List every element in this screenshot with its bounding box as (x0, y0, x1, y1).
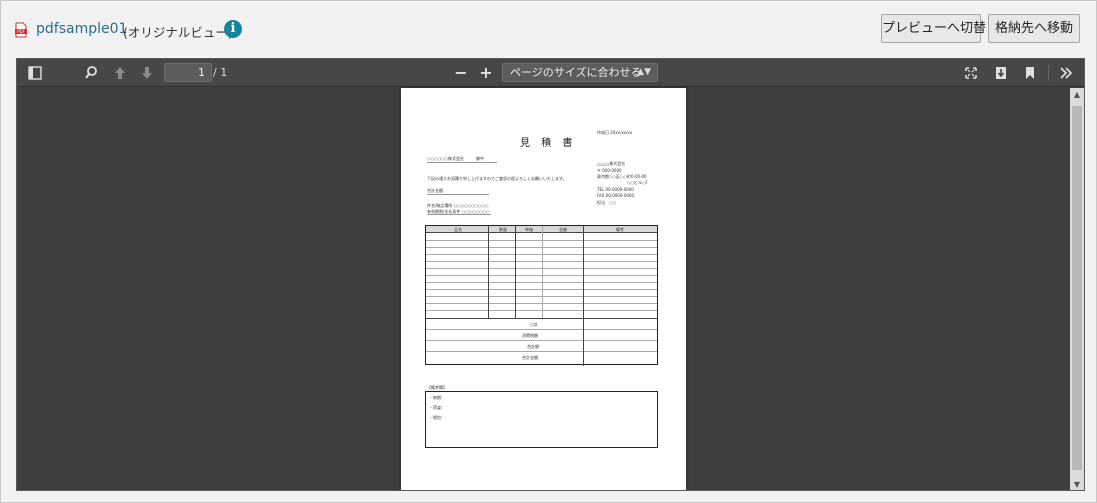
svg-text:PDF: PDF (17, 29, 25, 34)
summary-label: 合計金額 (522, 355, 538, 360)
pdf-toolbar: 1 / 1 − + ページのサイズに合わせる ▲▼ (17, 59, 1084, 87)
notes-item: ・荷姿： (429, 405, 445, 410)
scroll-up-arrow-icon[interactable]: ▲ (1070, 88, 1084, 102)
table-header-cell: 数量 (499, 227, 507, 232)
move-to-location-button[interactable]: 格納先へ移動 (988, 14, 1080, 43)
switch-to-preview-button[interactable]: プレビューへ切替 (881, 14, 986, 43)
table-header-cell: 備考 (616, 227, 624, 232)
view-mode-label: (オリジナルビュー) (123, 25, 233, 40)
deadline-underline (427, 214, 491, 215)
total-underline (427, 194, 489, 195)
table-row-line (426, 318, 657, 319)
table-col-line (488, 226, 489, 318)
items-table: 品名 数量 単価 金額 備考 小計 消費税額 合計額 合計金額 (425, 225, 658, 366)
file-name-link[interactable]: pdfsample01 (36, 21, 127, 37)
table-col-line (542, 226, 543, 318)
pdf-page: 作成日 20xx/xx/xx 見 積 書 ○○○○○○株式会社 御中 下記の通り… (401, 88, 686, 490)
prev-page-icon[interactable] (112, 59, 128, 87)
scroll-thumb[interactable] (1072, 106, 1082, 470)
zoom-in-button[interactable]: + (478, 59, 494, 87)
customer-underline (427, 162, 497, 163)
pdf-viewer: 1 / 1 − + ページのサイズに合わせる ▲▼ 作成日 20xx/xx/xx… (16, 58, 1085, 491)
notes-item: ・納期： (429, 395, 445, 400)
presentation-mode-icon[interactable] (963, 59, 979, 87)
toolbar-separator (1048, 65, 1049, 81)
doc-date: 作成日 20xx/xx/xx (597, 130, 633, 135)
summary-label: 合計額 (527, 344, 539, 349)
sidebar-toggle-icon[interactable] (27, 59, 43, 87)
table-header-cell: 金額 (559, 227, 567, 232)
chevron-updown-icon: ▲▼ (637, 67, 651, 77)
doc-company: △△△△株式会社 (597, 161, 626, 166)
page-number-input[interactable]: 1 (164, 63, 212, 82)
notes-box: ・納期： ・荷姿： ・梱包： (425, 391, 658, 448)
table-row-line (426, 351, 657, 352)
summary-label: 小計 (530, 322, 538, 327)
doc-contact: 担当 ○○ (597, 200, 616, 205)
pdf-file-icon: PDF (15, 22, 27, 38)
zoom-out-button[interactable]: − (453, 59, 469, 87)
table-header-cell: 単価 (525, 227, 533, 232)
table-col-line (515, 226, 516, 318)
header: PDF pdfsample01 (オリジナルビュー) i プレビューへ切替 格納… (1, 1, 1096, 57)
table-header-cell: 品名 (454, 227, 462, 232)
document-canvas[interactable]: 作成日 20xx/xx/xx 見 積 書 ○○○○○○株式会社 御中 下記の通り… (17, 88, 1070, 490)
doc-title: 見 積 書 (520, 138, 577, 149)
table-row-line (426, 340, 657, 341)
table-row-line (426, 329, 657, 330)
page-total: / 1 (213, 66, 228, 79)
zoom-select[interactable]: ページのサイズに合わせる ▲▼ (502, 63, 658, 82)
tools-icon[interactable] (1057, 59, 1075, 87)
doc-company-line: FAX 00-0000-0000 (597, 193, 635, 198)
doc-intro: 下記の通りお見積り申し上げますのでご査収の程よろしくお願いいたします。 (427, 176, 567, 181)
notes-item: ・梱包： (429, 415, 445, 420)
next-page-icon[interactable] (139, 59, 155, 87)
bookmark-icon[interactable] (1022, 59, 1038, 87)
zoom-select-value: ページのサイズに合わせる (510, 66, 642, 79)
vertical-scrollbar[interactable]: ▲ ▼ (1070, 88, 1084, 490)
doc-company-line: TEL 00-0000-0000 (597, 187, 634, 192)
info-icon[interactable]: i (224, 20, 242, 38)
table-col-line (583, 226, 584, 366)
doc-company-line: ○○ビル○F (627, 180, 648, 185)
search-icon[interactable] (83, 59, 99, 87)
scroll-down-arrow-icon[interactable]: ▼ (1070, 478, 1084, 490)
summary-label: 消費税額 (522, 333, 538, 338)
download-icon[interactable] (993, 59, 1009, 87)
